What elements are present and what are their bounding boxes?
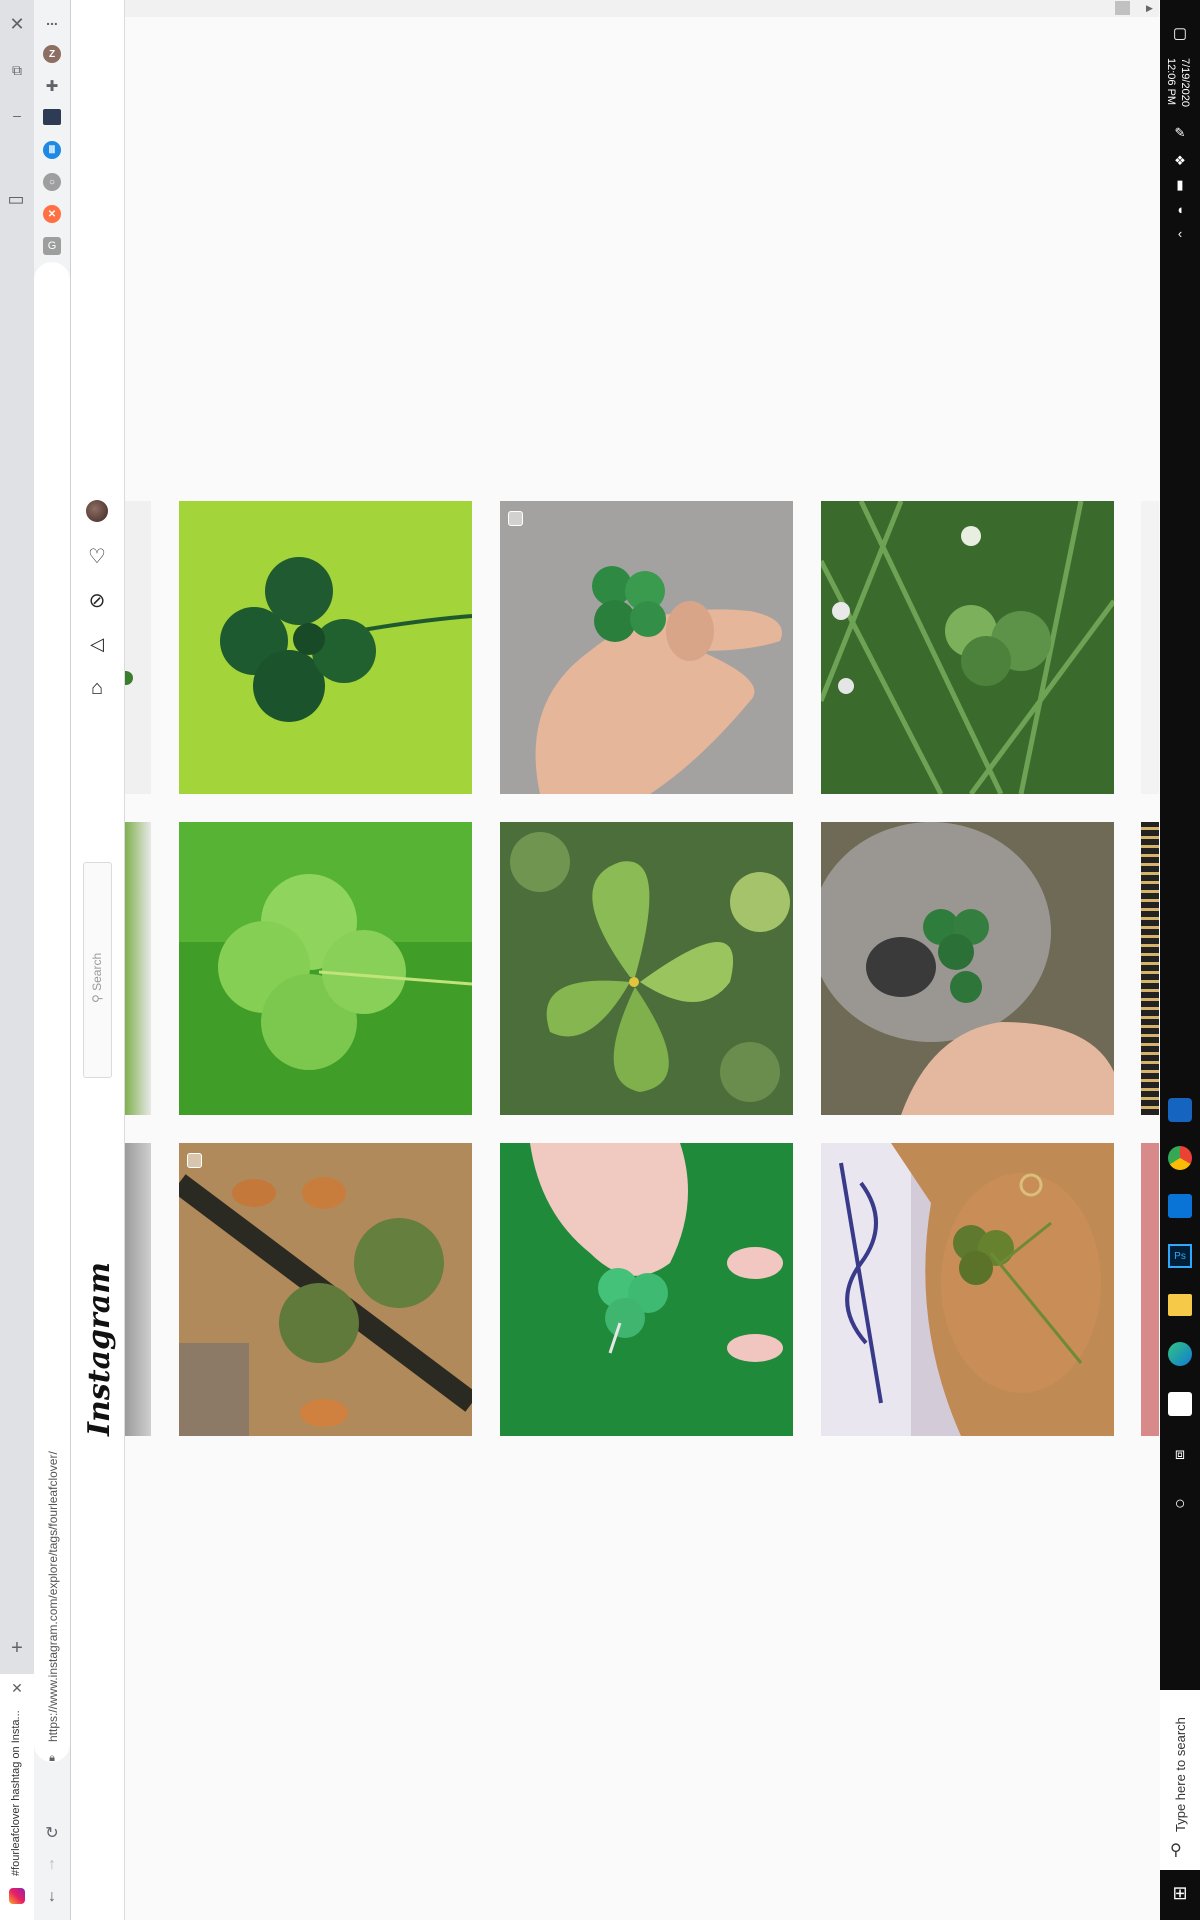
tab-title: #fourleafclover hashtag on Insta... [10, 1710, 22, 1876]
address-bar[interactable]: 🔒︎ https://www.instagram.com/explore/tag… [34, 262, 70, 1764]
instagram-favicon-icon [9, 1888, 25, 1904]
task-view-icon[interactable]: ⧈ [1167, 1442, 1193, 1468]
close-window-icon[interactable]: ✕ [5, 12, 29, 36]
taskbar-search-box[interactable]: Type here to search ⚲ [1160, 1690, 1200, 1870]
instagram-logo[interactable]: Instagram [82, 1262, 117, 1436]
partial-tile-right-1 [1141, 501, 1159, 794]
active-tab[interactable]: ✕ #fourleafclover hashtag on Insta... [0, 1674, 34, 1920]
browser-tab-strip: ✕ ⧉ – ▭ + ✕ #fourleafclover hashtag on I… [0, 0, 34, 1920]
minimize-window-icon[interactable]: – [5, 103, 29, 127]
forward-icon: ↑ [48, 1856, 56, 1873]
new-tab-button[interactable]: + [5, 1636, 29, 1660]
post-tile[interactable] [179, 822, 472, 1115]
clover-image [500, 501, 793, 794]
action-center-icon[interactable]: ▢ [1167, 20, 1193, 46]
edge-icon[interactable] [1168, 1342, 1192, 1366]
volume-icon[interactable]: ◖ [1167, 196, 1193, 222]
tab-actions-icon[interactable]: ▭ [3, 186, 29, 212]
multi-post-icon [187, 1153, 202, 1168]
store-icon[interactable] [1168, 1392, 1192, 1416]
url-text[interactable]: https://www.instagram.com/explore/tags/f… [46, 1451, 60, 1742]
home-nav-icon[interactable]: ⌂ [85, 676, 109, 700]
chickens-image [179, 1143, 472, 1436]
clover-image [821, 822, 1114, 1115]
dropbox-icon[interactable]: ❖ [1167, 148, 1193, 174]
post-tile[interactable] [179, 501, 472, 794]
settings-app-icon[interactable] [1168, 1098, 1192, 1122]
post-tile[interactable] [821, 1143, 1114, 1436]
clover-image [821, 1143, 1114, 1436]
post-tile[interactable] [500, 1143, 793, 1436]
reload-icon[interactable]: ↻ [41, 1822, 63, 1844]
post-tile[interactable] [179, 1143, 472, 1436]
profile-avatar-icon[interactable]: Z [43, 45, 61, 63]
post-tile[interactable] [500, 822, 793, 1115]
horizontal-scrollbar[interactable]: ◀ ▶ [71, 0, 1159, 17]
more-menu-button[interactable]: ... [42, 10, 62, 30]
clover-image [179, 501, 472, 794]
pen-icon[interactable]: ✎ [1167, 120, 1193, 146]
explore-compass-icon[interactable]: ⊘ [85, 588, 109, 612]
post-tile[interactable] [500, 501, 793, 794]
instagram-header: Instagram ⚲ Search ♡ ⊘ ◁ ⌂ [71, 0, 125, 1920]
windows-taskbar: ▢ 7/19/2020 12:06 PM ✎ ❖ ▮ ◖ ‹ Ps ⧈ ○ Ty… [1160, 0, 1200, 1920]
extensions-puzzle-icon[interactable]: ✚ [43, 77, 61, 95]
clover-image [500, 1143, 793, 1436]
photoshop-icon[interactable]: Ps [1168, 1244, 1192, 1268]
windows-start-icon[interactable]: ⊞ [1167, 1880, 1193, 1906]
close-tab-icon[interactable]: ✕ [5, 1676, 29, 1700]
chevron-icon[interactable]: ‹ [1167, 220, 1193, 246]
extension-blue-icon[interactable]: Ⅲ [43, 141, 61, 159]
post-tile[interactable] [821, 822, 1114, 1115]
search-placeholder: Search [90, 952, 104, 991]
partial-tile-right-3 [1141, 1143, 1159, 1436]
activity-heart-icon[interactable]: ♡ [85, 544, 109, 568]
multi-post-icon [508, 511, 523, 526]
post-tile[interactable] [821, 501, 1114, 794]
extension-circle-icon[interactable]: ○ [43, 173, 61, 191]
file-explorer-icon[interactable] [1168, 1294, 1192, 1316]
cortana-icon[interactable]: ○ [1167, 1490, 1193, 1516]
clock[interactable]: 7/19/2020 12:06 PM [1164, 58, 1192, 107]
clock-time: 12:06 PM [1165, 58, 1177, 106]
clock-date: 7/19/2020 [1179, 58, 1191, 107]
extension-g-icon[interactable]: G [43, 237, 61, 255]
partial-tile-left-1 [125, 501, 151, 794]
restore-window-icon[interactable]: ⧉ [5, 58, 29, 82]
scroll-right-icon[interactable]: ▶ [1146, 3, 1153, 14]
clover-image [179, 822, 472, 1115]
battery-icon[interactable]: ▮ [1167, 172, 1193, 198]
partial-tile-left-3 [125, 1143, 151, 1436]
direct-message-icon[interactable]: ◁ [85, 632, 109, 656]
partial-tile-right-2 [1141, 822, 1159, 1115]
chrome-icon[interactable] [1168, 1146, 1192, 1170]
outlook-icon[interactable] [1168, 1194, 1192, 1218]
lock-icon[interactable]: 🔒︎ [44, 1750, 60, 1766]
taskbar-search-placeholder: Type here to search [1173, 1717, 1188, 1832]
scroll-thumb[interactable] [1115, 1, 1130, 15]
back-icon[interactable]: ↓ [41, 1886, 63, 1908]
clover-image [821, 501, 1114, 794]
search-input[interactable]: ⚲ Search [83, 862, 112, 1078]
extension-chart-icon[interactable] [43, 109, 61, 125]
partial-tile-left-2 [125, 822, 151, 1115]
extension-orange-icon[interactable]: ✕ [43, 205, 61, 223]
clover-image [500, 822, 793, 1115]
profile-avatar[interactable] [86, 500, 108, 522]
search-icon: ⚲ [1170, 1842, 1182, 1859]
